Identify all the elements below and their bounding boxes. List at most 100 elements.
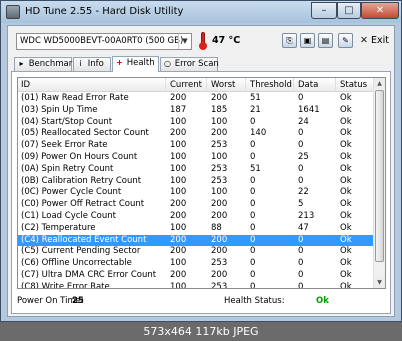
cell-threshold: 0: [250, 199, 256, 210]
table-row[interactable]: (04) Start/Stop Count 100 100 0 24 Ok: [18, 117, 374, 129]
drive-select-value: WDC WD5000BEVT-00A0RT0 (500 GB): [20, 36, 184, 46]
cell-worst: 88: [211, 222, 222, 233]
cell-threshold: 0: [250, 140, 256, 151]
cell-current: 200: [170, 246, 187, 257]
cell-threshold: 0: [250, 222, 256, 233]
table-row[interactable]: (C1) Load Cycle Count 200 200 0 213 Ok: [18, 211, 374, 223]
cell-threshold: 0: [250, 246, 256, 257]
cell-worst: 100: [211, 187, 228, 198]
cell-worst: 200: [211, 128, 228, 139]
cell-threshold: 140: [250, 128, 267, 139]
cell-status: Ok: [340, 210, 352, 221]
table-row[interactable]: (01) Raw Read Error Rate 200 200 51 0 Ok: [18, 93, 374, 105]
tab-benchmark[interactable]: ▸ Benchmark: [14, 57, 77, 71]
tab-info[interactable]: i Info: [73, 57, 111, 71]
health-plus-icon: +: [116, 58, 123, 67]
tab-health[interactable]: + Health: [112, 56, 159, 72]
cell-worst: 200: [211, 269, 228, 280]
cell-data: 22: [298, 187, 309, 198]
table-row[interactable]: (0C) Power Cycle Count 100 100 0 22 Ok: [18, 187, 374, 199]
column-header-threshold[interactable]: Threshold: [247, 78, 294, 92]
toolbar: WDC WD5000BEVT-00A0RT0 (500 GB) ▼ 47 °C …: [8, 26, 394, 56]
cell-status: Ok: [340, 258, 352, 269]
column-header-data[interactable]: Data: [295, 78, 336, 92]
cell-data: 0: [298, 269, 304, 280]
table-row[interactable]: (05) Reallocated Sector Count 200 200 140 0 O…: [18, 128, 374, 140]
tab-error-scan[interactable]: ○ Error Scan: [160, 57, 219, 71]
table-row[interactable]: (C4) Reallocated Event Count 200 200 0 0 Ok: [18, 234, 374, 247]
cell-current: 100: [170, 258, 187, 269]
cell-id: (C7) Ultra DMA CRC Error Count: [21, 269, 157, 280]
cell-current: 200: [170, 199, 187, 210]
cell-status: Ok: [340, 175, 352, 186]
copy-info-icon[interactable]: ⎘: [282, 33, 297, 48]
cell-threshold: 0: [250, 116, 256, 127]
cell-current: 200: [170, 269, 187, 280]
cell-threshold: 0: [250, 234, 256, 245]
cell-threshold: 0: [250, 175, 256, 186]
table-row[interactable]: (C5) Current Pending Sector 200 200 0 0 Ok: [18, 246, 374, 258]
table-header: ID Current Worst Threshold Data Status: [18, 78, 374, 92]
cell-status: Ok: [340, 187, 352, 198]
cell-data: 1641: [298, 104, 320, 115]
info-icon: i: [79, 59, 82, 68]
table-row[interactable]: (07) Seek Error Rate 100 253 0 0 Ok: [18, 140, 374, 152]
table-row[interactable]: (C2) Temperature 100 88 0 47 Ok: [18, 223, 374, 235]
cell-worst: 253: [211, 175, 228, 186]
cell-id: (0C) Power Cycle Count: [21, 187, 122, 198]
cell-current: 100: [170, 163, 187, 174]
cell-id: (07) Seek Error Rate: [21, 140, 108, 151]
cell-id: (C0) Power Off Retract Count: [21, 199, 145, 210]
client-area: WDC WD5000BEVT-00A0RT0 (500 GB) ▼ 47 °C …: [7, 25, 395, 317]
cell-status: Ok: [340, 222, 352, 233]
tab-health-label: Health: [126, 58, 155, 68]
table-row[interactable]: (C6) Offline Uncorrectable 100 253 0 0 Ok: [18, 258, 374, 270]
table-row[interactable]: (0A) Spin Retry Count 100 253 51 0 Ok: [18, 164, 374, 176]
cell-status: Ok: [340, 269, 352, 280]
exit-button[interactable]: ✕ Exit: [360, 32, 389, 49]
cell-worst: 253: [211, 140, 228, 151]
cell-id: (C2) Temperature: [21, 222, 96, 233]
cell-current: 200: [170, 234, 187, 245]
health-status-bar: Power On Time: 25 Health Status: Ok: [17, 294, 386, 310]
scroll-down-icon[interactable]: ▼: [374, 277, 385, 288]
save-icon[interactable]: ▤: [318, 33, 333, 48]
table-row[interactable]: (09) Power On Hours Count 100 100 0 25 Ok: [18, 152, 374, 164]
vertical-scrollbar[interactable]: ▲ ▼: [373, 78, 385, 288]
table-row[interactable]: (03) Spin Up Time 187 185 21 1641 Ok: [18, 105, 374, 117]
close-button[interactable]: ✕: [361, 2, 399, 19]
table-row[interactable]: (C8) Write Error Rate 100 253 0 0 Ok: [18, 282, 374, 288]
chevron-down-icon[interactable]: ▼: [178, 34, 191, 49]
cell-worst: 200: [211, 210, 228, 221]
cell-id: (C1) Load Cycle Count: [21, 210, 116, 221]
tab-info-label: Info: [87, 59, 104, 69]
minimize-button[interactable]: –: [311, 2, 337, 19]
cell-threshold: 0: [250, 210, 256, 221]
table-row[interactable]: (C7) Ultra DMA CRC Error Count 200 200 0 0 Ok: [18, 270, 374, 282]
table-row[interactable]: (C0) Power Off Retract Count 200 200 0 5 Ok: [18, 199, 374, 211]
cell-current: 100: [170, 175, 187, 186]
column-header-worst[interactable]: Worst: [208, 78, 246, 92]
cell-status: Ok: [340, 234, 352, 245]
options-icon[interactable]: ✎: [338, 33, 353, 48]
exit-icon: ✕: [360, 35, 368, 46]
scroll-up-icon[interactable]: ▲: [374, 78, 385, 89]
cell-id: (C6) Offline Uncorrectable: [21, 258, 132, 269]
scrollbar-thumb[interactable]: [375, 90, 384, 262]
column-header-status[interactable]: Status: [337, 78, 374, 92]
column-header-id[interactable]: ID: [18, 78, 166, 92]
window-title: HD Tune 2.55 - Hard Disk Utility: [25, 6, 184, 17]
title-bar[interactable]: HD Tune 2.55 - Hard Disk Utility – □ ✕: [1, 1, 401, 23]
cell-status: Ok: [340, 140, 352, 151]
drive-select[interactable]: WDC WD5000BEVT-00A0RT0 (500 GB) ▼: [16, 33, 192, 50]
exit-label: Exit: [370, 35, 389, 46]
cell-status: Ok: [340, 199, 352, 210]
cell-data: 0: [298, 175, 304, 186]
cell-id: (04) Start/Stop Count: [21, 116, 113, 127]
table-row[interactable]: (0B) Calibration Retry Count 100 253 0 0 Ok: [18, 176, 374, 188]
cell-worst: 200: [211, 93, 228, 103]
maximize-button[interactable]: □: [337, 2, 361, 19]
copy-screenshot-icon[interactable]: ▣: [300, 33, 315, 48]
cell-data: 0: [298, 93, 304, 103]
column-header-current[interactable]: Current: [167, 78, 207, 92]
